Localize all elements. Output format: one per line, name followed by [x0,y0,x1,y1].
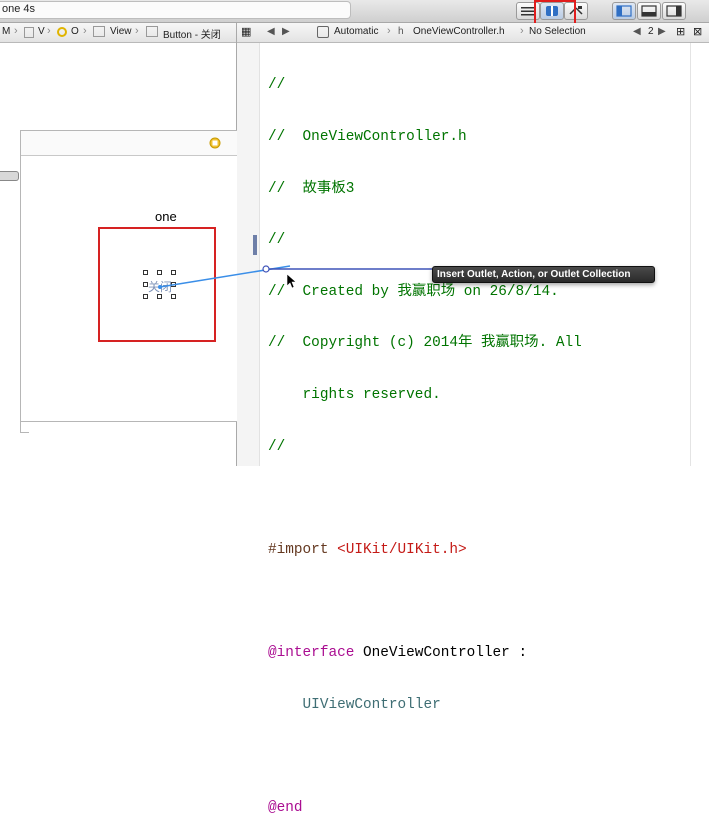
resize-handle[interactable] [157,270,162,275]
code-line: // [268,232,286,249]
chevron-right-icon: › [520,25,524,37]
code-line: rights reserved. [268,386,441,403]
code-line: // OneViewController.h [268,129,467,145]
code-line: // [268,438,286,455]
scene-title-label: one [155,209,177,224]
view-controller-dock-icon[interactable] [209,137,221,149]
automatic-icon [317,26,329,38]
close-button[interactable]: 关闭 [148,278,172,295]
view-icon [93,26,105,37]
chevron-right-icon: › [135,25,139,37]
close-editor-icon[interactable]: ⊠ [693,25,702,38]
scene-dock [21,131,237,156]
resize-handle[interactable] [157,294,162,299]
header-file-icon: h [398,26,404,37]
related-items-icon[interactable]: ▦ [241,25,251,38]
utilities-panel-icon [666,5,682,17]
scheme-selector[interactable]: one 4s [0,1,351,19]
code-line: // 故事板3 [268,180,355,197]
chevron-right-icon: › [83,25,87,37]
resize-handle[interactable] [143,282,148,287]
resize-handle[interactable] [171,282,176,287]
import-line: #import <UIKit/UIKit.h> [268,541,467,558]
chevron-right-icon: › [14,25,18,37]
navigator-panel-icon [616,5,632,17]
code-line: // [268,77,286,94]
debug-toggle-button[interactable] [637,2,661,20]
debug-panel-icon [641,5,657,17]
chevron-right-icon: › [47,25,51,37]
code-line: UIViewController [268,696,441,713]
main-toolbar: one 4s [0,0,709,23]
assistant-mode[interactable]: Automatic [334,26,378,37]
forward-arrow-icon[interactable]: ▶ [282,26,290,37]
assistant-jump-bar: ▦ ◀ ▶ Automatic › h OneViewController.h … [237,23,709,43]
interface-line: @interface OneViewController : [268,644,528,661]
resize-handle[interactable] [171,270,176,275]
resize-handle[interactable] [143,294,148,299]
view-controller-icon [57,27,67,37]
crumb-project[interactable]: M [2,26,10,37]
editor-scroll-edge [690,43,691,466]
counterpart-counter: 2 [648,26,654,37]
crumb-controller[interactable]: O [71,26,79,37]
source-editor[interactable]: // // OneViewController.h // 故事板3 // // … [268,43,582,834]
chevron-right-icon: › [387,25,391,37]
scheme-label: one 4s [2,3,36,15]
crumb-folder[interactable]: V [38,26,45,37]
add-editor-icon[interactable]: ⊞ [676,25,685,38]
insertion-marker [253,235,257,255]
utilities-toggle-button[interactable] [662,2,686,20]
assistant-file[interactable]: OneViewController.h [413,26,505,37]
crumb-button[interactable]: Button - 关闭 [163,26,221,41]
previous-scene-edge [0,171,19,181]
previous-counterpart-icon[interactable]: ◀ [633,26,641,37]
navigator-toggle-button[interactable] [612,2,636,20]
code-line: @end [268,799,303,816]
code-line: // Created by 我赢职场 on 26/8/14. [268,283,559,300]
storyboard-jump-bar: M › V › O › View › Button - 关闭 [0,23,236,43]
insert-outlet-tooltip: Insert Outlet, Action, or Outlet Collect… [432,266,655,283]
scene-edge [20,420,29,433]
crumb-view[interactable]: View [110,26,132,37]
resize-handle[interactable] [171,294,176,299]
next-counterpart-icon[interactable]: ▶ [658,26,666,37]
resize-handle[interactable] [143,270,148,275]
folder-icon [24,27,34,38]
code-line: // Copyright (c) 2014年 我赢职场. All [268,335,582,352]
back-arrow-icon[interactable]: ◀ [267,26,275,37]
assistant-selection[interactable]: No Selection [529,26,586,37]
button-icon [146,26,158,37]
